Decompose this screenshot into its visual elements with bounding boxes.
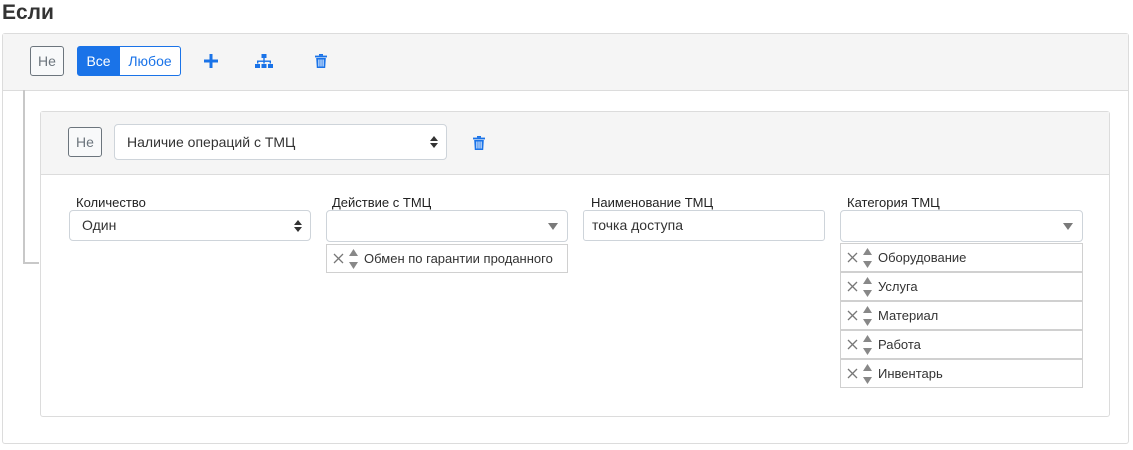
remove-icon[interactable]	[847, 368, 858, 379]
name-input-value: точка доступа	[592, 217, 684, 233]
reorder-icon[interactable]	[349, 248, 358, 270]
reorder-icon[interactable]	[863, 276, 872, 298]
category-selected-item[interactable]: Работа	[840, 330, 1083, 359]
remove-icon[interactable]	[333, 253, 344, 264]
reorder-icon[interactable]	[863, 305, 872, 327]
caret-down-icon	[1063, 223, 1073, 230]
sort-arrows-icon	[430, 136, 438, 148]
action-item-label: Обмен по гарантии проданного	[364, 251, 553, 266]
name-label: Наименование ТМЦ	[591, 195, 714, 210]
reorder-icon[interactable]	[863, 247, 872, 269]
plus-icon	[204, 54, 218, 68]
trash-icon	[315, 54, 327, 68]
quantity-select[interactable]: Один	[69, 210, 311, 241]
condition-select-value: Наличие операций с ТМЦ	[127, 134, 296, 150]
rule: Не Наличие операций с ТМЦ Количество Оди…	[40, 111, 1110, 417]
remove-icon[interactable]	[847, 252, 858, 263]
category-item-label: Услуга	[878, 279, 918, 294]
delete-group-button[interactable]	[310, 50, 332, 72]
remove-icon[interactable]	[847, 281, 858, 292]
caret-down-icon	[548, 223, 558, 230]
remove-icon[interactable]	[847, 310, 858, 321]
action-label: Действие с ТМЦ	[332, 195, 432, 210]
remove-icon[interactable]	[847, 339, 858, 350]
rule-not-button[interactable]: Не	[68, 127, 102, 157]
delete-rule-button[interactable]	[468, 132, 490, 154]
group-not-button[interactable]: Не	[30, 46, 64, 76]
condition-select[interactable]: Наличие операций с ТМЦ	[114, 124, 447, 160]
category-dropdown[interactable]	[840, 210, 1083, 242]
trash-icon	[473, 136, 485, 150]
category-selected-item[interactable]: Материал	[840, 301, 1083, 330]
page-title: Если	[2, 1, 54, 24]
action-dropdown[interactable]	[326, 210, 568, 242]
quantity-label: Количество	[76, 195, 146, 210]
category-item-label: Инвентарь	[878, 366, 943, 381]
reorder-icon[interactable]	[863, 363, 872, 385]
sitemap-icon	[255, 53, 273, 68]
category-selected-item[interactable]: Оборудование	[840, 243, 1083, 272]
category-item-label: Материал	[878, 308, 939, 323]
rule-header: Не Наличие операций с ТМЦ	[41, 112, 1109, 175]
group-header: Не Все Любое	[3, 34, 1128, 91]
action-selected-item[interactable]: Обмен по гарантии проданного	[326, 244, 568, 273]
sort-arrows-icon	[294, 219, 302, 232]
category-label: Категория ТМЦ	[847, 195, 940, 210]
category-item-label: Работа	[878, 337, 921, 352]
name-input[interactable]: точка доступа	[583, 210, 825, 241]
category-item-label: Оборудование	[878, 250, 967, 265]
add-group-button[interactable]	[253, 50, 275, 72]
tree-connector	[23, 90, 39, 264]
quantity-value: Один	[82, 217, 117, 233]
add-rule-button[interactable]	[200, 50, 222, 72]
rule-group: Не Все Любое Не Наличие операций с ТМЦ К…	[2, 33, 1129, 444]
category-selected-item[interactable]: Услуга	[840, 272, 1083, 301]
group-all-button[interactable]: Все	[77, 46, 120, 76]
group-any-button[interactable]: Любое	[120, 46, 181, 76]
reorder-icon[interactable]	[863, 334, 872, 356]
category-selected-item[interactable]: Инвентарь	[840, 359, 1083, 388]
